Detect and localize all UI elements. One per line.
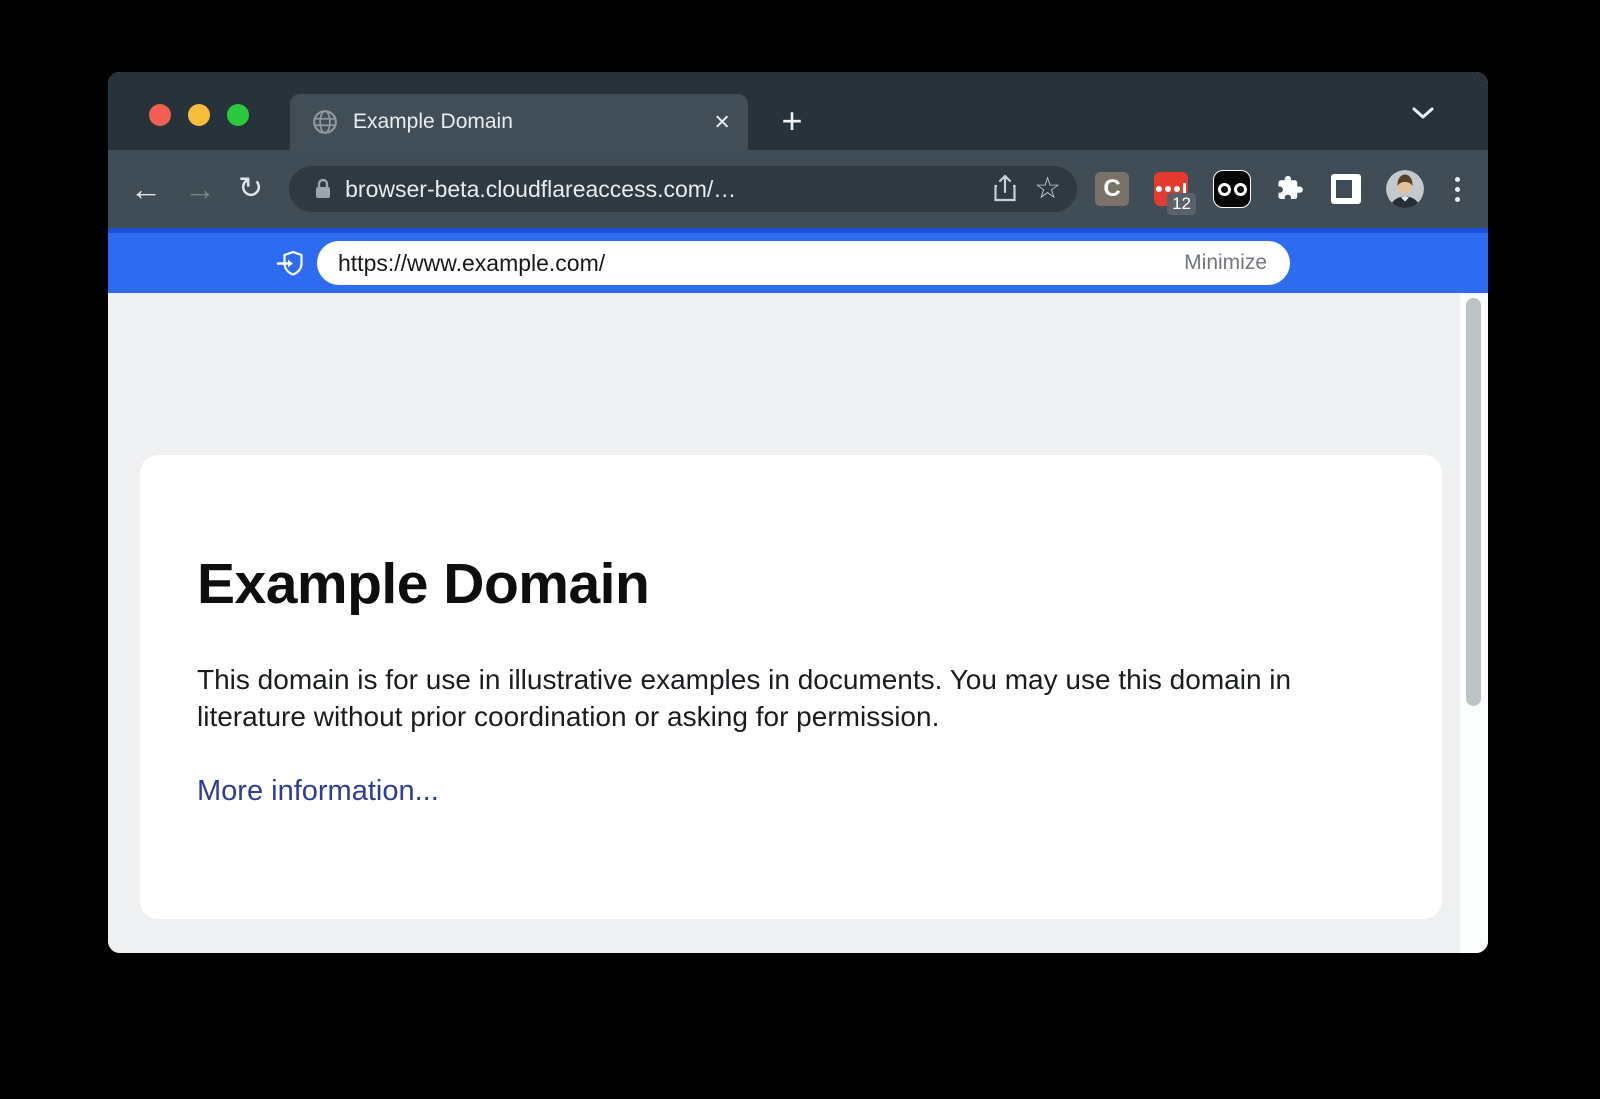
- side-panel-inner: [1336, 180, 1352, 198]
- isolation-url-text[interactable]: https://www.example.com/: [338, 250, 605, 277]
- tab-search-chevron-icon[interactable]: [1410, 105, 1436, 121]
- address-bar[interactable]: browser-beta.cloudflareaccess.com/… ☆: [289, 166, 1077, 212]
- password-manager-extension-icon[interactable]: 12: [1154, 172, 1188, 206]
- tab-close-icon[interactable]: ×: [714, 109, 730, 136]
- bookmark-star-icon[interactable]: ☆: [1034, 174, 1061, 204]
- ring: [1234, 183, 1247, 196]
- back-button[interactable]: ←: [130, 173, 162, 205]
- page-heading: Example Domain: [197, 551, 1385, 617]
- tab-title: Example Domain: [353, 110, 513, 134]
- tab-strip: Example Domain × +: [108, 72, 1488, 150]
- extensions-puzzle-icon[interactable]: [1276, 174, 1306, 204]
- extension-badge-count: 12: [1167, 193, 1196, 215]
- reload-button[interactable]: ↻: [238, 174, 263, 204]
- more-information-link[interactable]: More information...: [197, 775, 439, 808]
- browser-window: Example Domain × + ← → ↻ browser-beta.cl…: [108, 72, 1488, 953]
- minimize-button[interactable]: Minimize: [1184, 251, 1267, 275]
- page-paragraph: This domain is for use in illustrative e…: [197, 661, 1297, 735]
- extensions-area: C 12: [1095, 170, 1466, 208]
- extension-c-icon[interactable]: C: [1095, 172, 1129, 206]
- dot: [1174, 186, 1180, 192]
- scrollbar-thumb[interactable]: [1466, 298, 1481, 706]
- new-tab-button[interactable]: +: [770, 100, 814, 144]
- profile-avatar[interactable]: [1386, 170, 1424, 208]
- isolation-url-bar: https://www.example.com/ Minimize: [108, 228, 1488, 293]
- dot: [1156, 186, 1162, 192]
- share-icon[interactable]: [992, 174, 1018, 204]
- page-viewport: Example Domain This domain is for use in…: [108, 293, 1488, 953]
- lock-icon[interactable]: [313, 177, 333, 201]
- navigation-toolbar: ← → ↻ browser-beta.cloudflareaccess.com/…: [108, 150, 1488, 228]
- address-url-text[interactable]: browser-beta.cloudflareaccess.com/…: [345, 176, 976, 203]
- tab-example-domain[interactable]: Example Domain ×: [290, 94, 748, 150]
- dot: [1165, 186, 1171, 192]
- close-window-button[interactable]: [149, 104, 171, 126]
- scrollbar-track[interactable]: [1460, 293, 1488, 953]
- browser-menu-icon[interactable]: [1449, 177, 1466, 202]
- side-panel-icon[interactable]: [1331, 174, 1361, 204]
- ring: [1218, 183, 1231, 196]
- example-domain-card: Example Domain This domain is for use in…: [140, 455, 1442, 919]
- zoom-window-button[interactable]: [227, 104, 249, 126]
- minimize-window-button[interactable]: [188, 104, 210, 126]
- globe-favicon-icon: [312, 109, 338, 135]
- forward-button: →: [184, 173, 216, 205]
- circles-extension-icon[interactable]: [1213, 170, 1251, 208]
- isolation-address-input[interactable]: https://www.example.com/ Minimize: [317, 241, 1290, 285]
- traffic-lights: [149, 104, 249, 126]
- isolation-shield-icon: [274, 247, 308, 281]
